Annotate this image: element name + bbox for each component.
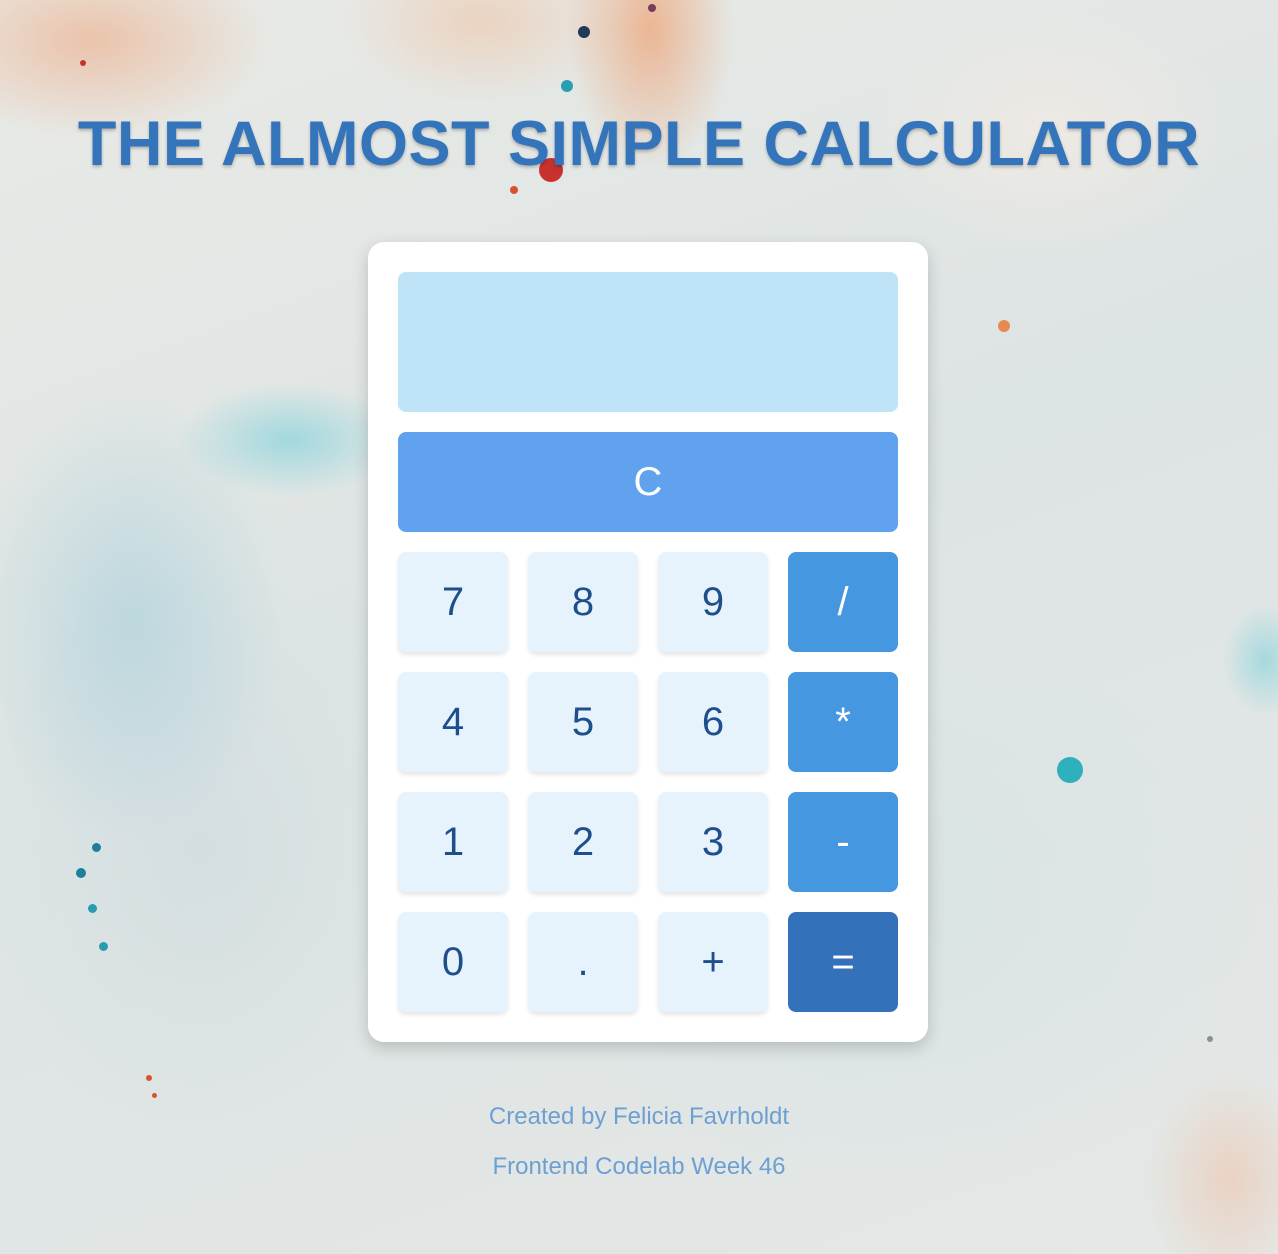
key-1[interactable]: 1 xyxy=(398,792,508,892)
key-4[interactable]: 4 xyxy=(398,672,508,772)
key-9[interactable]: 9 xyxy=(658,552,768,652)
calculator-display xyxy=(398,272,898,412)
key-7[interactable]: 7 xyxy=(398,552,508,652)
add-button[interactable]: + xyxy=(658,912,768,1012)
equals-button[interactable]: = xyxy=(788,912,898,1012)
calculator: C 7 8 9 / 4 5 6 * 1 2 3 - 0 . + = xyxy=(368,242,928,1042)
keypad: 7 8 9 / 4 5 6 * 1 2 3 - 0 . + = xyxy=(398,552,898,1012)
subtract-button[interactable]: - xyxy=(788,792,898,892)
key-8[interactable]: 8 xyxy=(528,552,638,652)
decimal-button[interactable]: . xyxy=(528,912,638,1012)
key-3[interactable]: 3 xyxy=(658,792,768,892)
clear-button[interactable]: C xyxy=(398,432,898,532)
key-0[interactable]: 0 xyxy=(398,912,508,1012)
multiply-button[interactable]: * xyxy=(788,672,898,772)
footer-credit: Created by Felicia Favrholdt xyxy=(488,1103,790,1130)
page-title: THE ALMOST SIMPLE CALCULATOR xyxy=(77,109,1201,179)
footer-course: Frontend Codelab Week 46 xyxy=(492,1153,786,1180)
key-2[interactable]: 2 xyxy=(528,792,638,892)
key-5[interactable]: 5 xyxy=(528,672,638,772)
divide-button[interactable]: / xyxy=(788,552,898,652)
key-6[interactable]: 6 xyxy=(658,672,768,772)
